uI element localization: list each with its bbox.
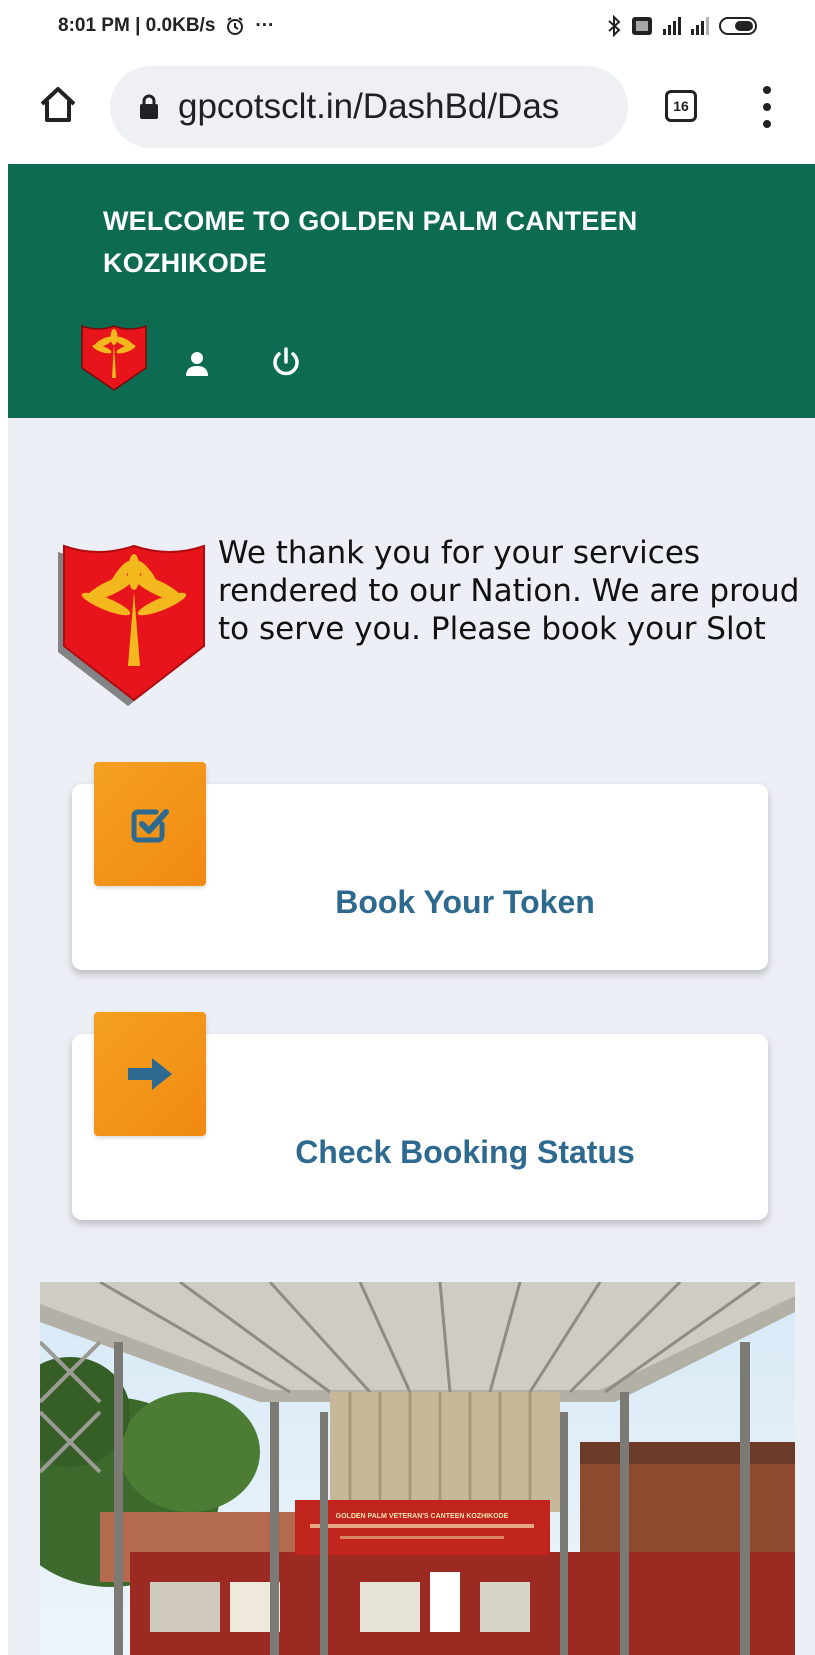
volte-icon [632,17,652,35]
battery-icon [719,17,757,35]
check-status-label: Check Booking Status [295,1134,635,1170]
alarm-icon [227,17,244,35]
lock-icon [140,94,158,119]
book-token-label: Book Your Token [335,884,595,920]
signal-icon-2 [691,17,709,35]
address-bar[interactable]: gpcotsclt.in/DashBd/Das [110,66,628,148]
bluetooth-icon [608,15,621,37]
browser-toolbar: gpcotsclt.in/DashBd/Das 16 [0,52,815,164]
status-left: 8:01 PM | 0.0KB/s ··· [58,15,274,37]
check-status-badge [94,1012,206,1136]
user-icon[interactable] [183,350,211,378]
tabs-icon[interactable]: 16 [665,90,697,122]
more-vert-icon[interactable] [762,86,772,128]
canteen-photo: GOLDEN PALM VETERAN'S CANTEEN KOZHIKODE [40,1282,795,1655]
canteen-sign-text: GOLDEN PALM VETERAN'S CANTEEN KOZHIKODE [336,1513,509,1520]
status-right [607,15,757,37]
status-time: 8:01 PM | 0.0KB/s [58,15,216,36]
palm-logo-icon[interactable] [78,322,150,394]
tab-count: 16 [673,98,689,114]
power-icon[interactable] [270,346,302,378]
page-title: WELCOME TO GOLDEN PALM CANTEEN KOZHIKODE [103,206,638,278]
book-token-card[interactable]: Book Your Token [72,762,768,970]
site-header: WELCOME TO GOLDEN PALM CANTEEN KOZHIKODE [8,164,815,418]
status-bar: 8:01 PM | 0.0KB/s ··· [0,0,815,52]
status-more: ··· [255,15,275,36]
check-status-card[interactable]: Check Booking Status [72,1012,768,1220]
home-icon[interactable] [36,82,80,126]
page-content: WELCOME TO GOLDEN PALM CANTEEN KOZHIKODE [8,164,815,1655]
book-token-badge [94,762,206,886]
signal-icon-1 [663,17,681,35]
intro-message: We thank you for your services rendered … [218,535,800,647]
url-text: gpcotsclt.in/DashBd/Das [178,87,560,126]
arrow-right-icon [128,1058,172,1090]
palm-emblem-icon [58,544,205,706]
checkbox-icon [131,809,169,843]
